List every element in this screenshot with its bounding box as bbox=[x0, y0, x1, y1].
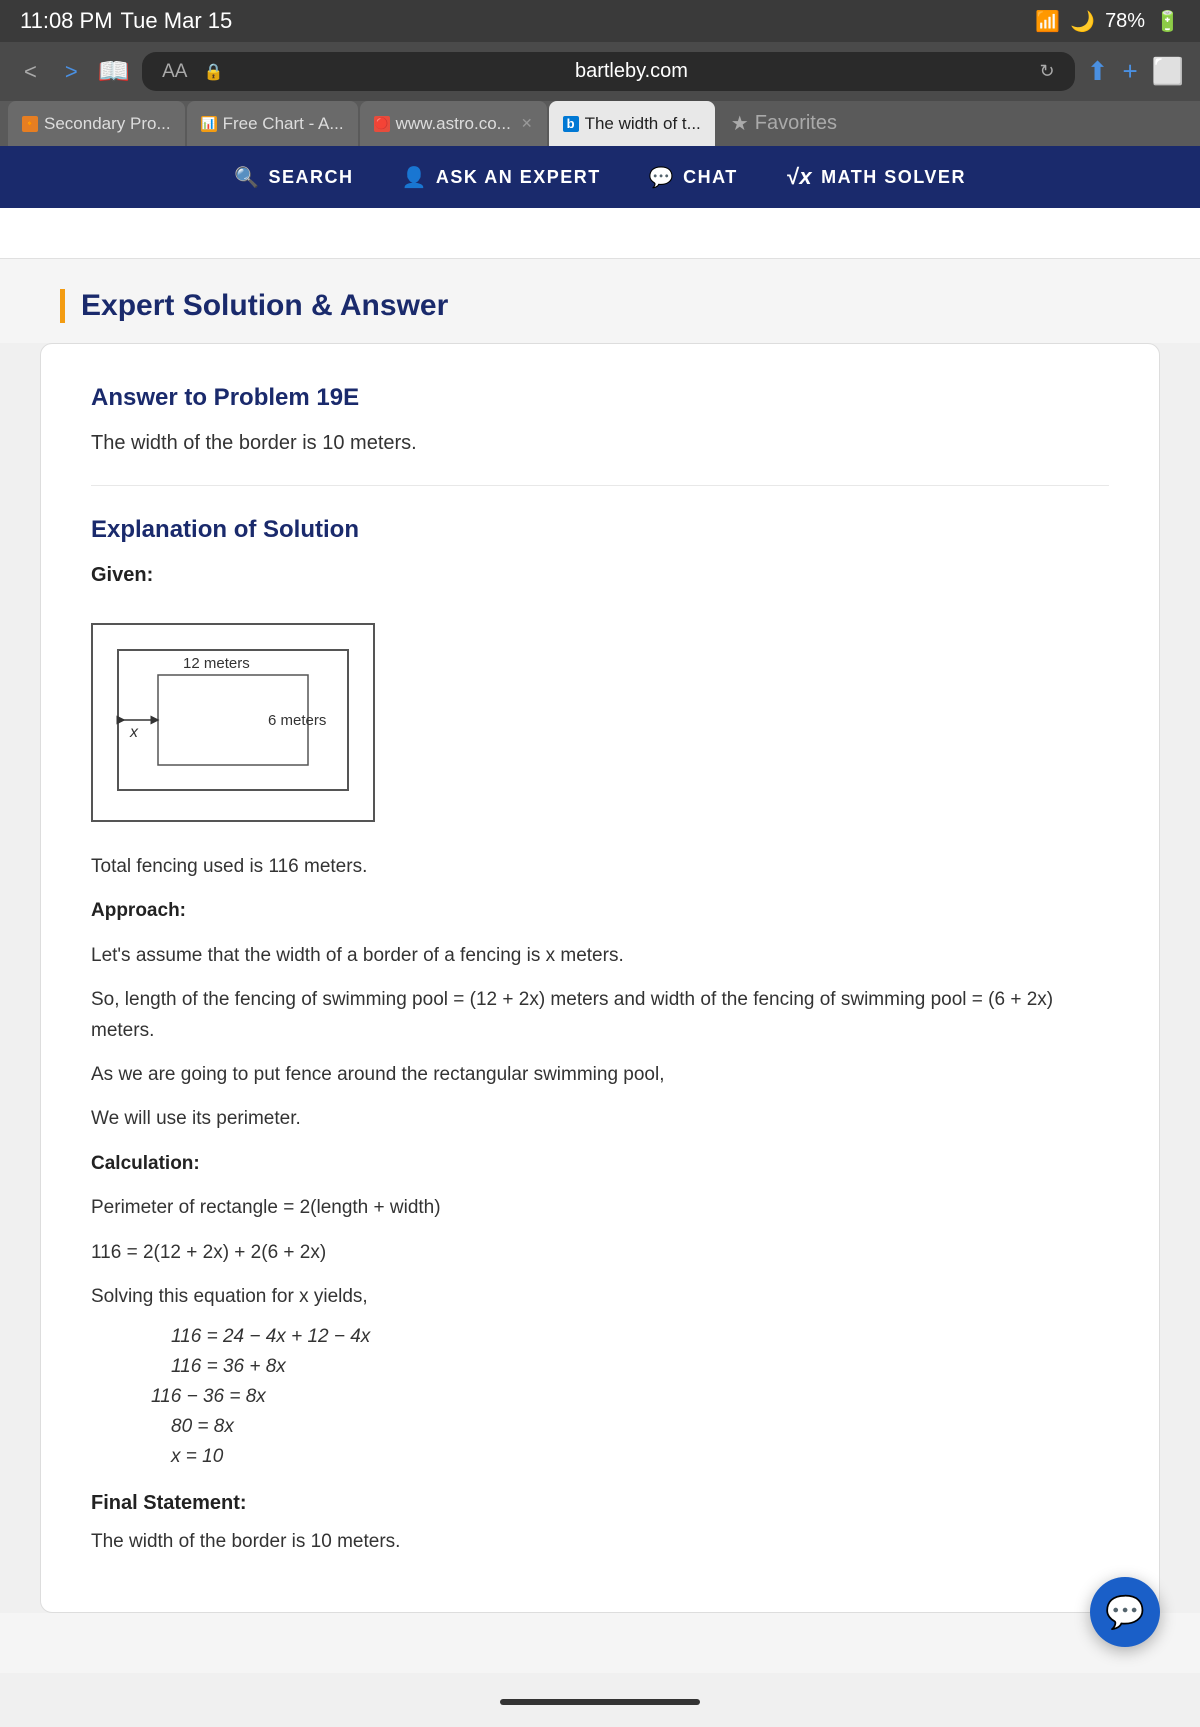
forward-button[interactable]: > bbox=[57, 55, 86, 89]
moon-icon: 🌙 bbox=[1070, 9, 1095, 34]
tab-bing[interactable]: b The width of t... bbox=[549, 101, 715, 146]
tab-favicon-secondary: 🔸 bbox=[22, 116, 38, 132]
svg-text:x: x bbox=[129, 724, 139, 741]
chat-float-button[interactable]: 💬 bbox=[1090, 1577, 1160, 1647]
nav-chat-label: CHAT bbox=[683, 167, 738, 188]
approach-text-1: Let's assume that the width of a border … bbox=[91, 941, 1109, 971]
tab-close-astro[interactable]: ✕ bbox=[521, 115, 533, 132]
url-aa: AA bbox=[162, 61, 187, 83]
approach-text-4: We will use its perimeter. bbox=[91, 1104, 1109, 1134]
expert-solution-header: Expert Solution & Answer bbox=[0, 259, 1200, 343]
add-tab-icon[interactable]: + bbox=[1122, 56, 1137, 87]
home-indicator bbox=[500, 1699, 700, 1705]
calc-line-1: Perimeter of rectangle = 2(length + widt… bbox=[91, 1193, 1109, 1223]
calc-line-2: 116 = 2(12 + 2x) + 2(6 + 2x) bbox=[91, 1238, 1109, 1268]
nav-search[interactable]: 🔍 SEARCH bbox=[234, 165, 353, 190]
wifi-icon: 📶 bbox=[1035, 9, 1060, 34]
explanation-title: Explanation of Solution bbox=[91, 516, 1109, 544]
approach-bold: Approach: bbox=[91, 900, 186, 921]
nav-ask-expert[interactable]: 👤 ASK AN EXPERT bbox=[401, 165, 600, 190]
svg-text:12 meters: 12 meters bbox=[183, 655, 250, 672]
share-icon[interactable]: ⬆ bbox=[1087, 56, 1109, 87]
svg-text:6 meters: 6 meters bbox=[268, 712, 326, 729]
approach-label: Approach: bbox=[91, 896, 1109, 926]
chat-float-icon: 💬 bbox=[1105, 1593, 1145, 1631]
tab-astro[interactable]: 🔴 www.astro.co... ✕ bbox=[360, 101, 547, 146]
calculation-label: Calculation: bbox=[91, 1149, 1109, 1179]
search-icon: 🔍 bbox=[234, 165, 260, 190]
approach-text-2: So, length of the fencing of swimming po… bbox=[91, 985, 1109, 1046]
tab-favicon-freechart: 📊 bbox=[201, 116, 217, 132]
calc-line-5: 116 = 36 + 8x bbox=[91, 1356, 1109, 1378]
battery-icon: 🔋 bbox=[1155, 9, 1180, 34]
given-label: Given: bbox=[91, 564, 1109, 587]
fencing-text: Total fencing used is 116 meters. bbox=[91, 852, 1109, 882]
person-icon: 👤 bbox=[401, 165, 427, 190]
refresh-icon[interactable]: ↻ bbox=[1040, 61, 1055, 82]
tabs-overview-icon[interactable]: ⬜ bbox=[1152, 56, 1184, 87]
lock-icon: 🔒 bbox=[203, 62, 223, 82]
calculation-bold: Calculation: bbox=[91, 1153, 200, 1174]
approach-text-3: As we are going to put fence around the … bbox=[91, 1060, 1109, 1090]
nav-math-solver[interactable]: √x MATH SOLVER bbox=[786, 164, 966, 190]
tab-label-bing: The width of t... bbox=[585, 114, 701, 134]
status-time: 11:08 PM bbox=[20, 8, 113, 34]
calc-line-6: 116 − 36 = 8x bbox=[91, 1386, 1109, 1408]
pool-diagram: x 12 meters 6 meters bbox=[113, 645, 353, 795]
expert-solution-title: Expert Solution & Answer bbox=[60, 289, 1140, 323]
status-bar: 11:08 PM Tue Mar 15 📶 🌙 78% 🔋 bbox=[0, 0, 1200, 42]
browser-actions: ⬆ + ⬜ bbox=[1087, 56, 1184, 87]
nav-search-label: SEARCH bbox=[268, 167, 353, 188]
tab-secondary-pro[interactable]: 🔸 Secondary Pro... bbox=[8, 101, 185, 146]
math-icon: √x bbox=[786, 164, 813, 190]
url-bar[interactable]: AA 🔒 bartleby.com ↻ bbox=[142, 52, 1075, 91]
favorites-label: Favorites bbox=[755, 112, 837, 135]
browser-chrome: < > 📖 AA 🔒 bartleby.com ↻ ⬆ + ⬜ bbox=[0, 42, 1200, 101]
status-date: Tue Mar 15 bbox=[121, 8, 233, 34]
nav-ask-expert-label: ASK AN EXPERT bbox=[436, 167, 601, 188]
final-text: The width of the border is 10 meters. bbox=[91, 1527, 1109, 1557]
home-indicator-area bbox=[0, 1673, 1200, 1725]
favorites-button[interactable]: ★ Favorites bbox=[717, 101, 851, 146]
tab-free-chart[interactable]: 📊 Free Chart - A... bbox=[187, 101, 358, 146]
final-label: Final Statement: bbox=[91, 1492, 1109, 1515]
tab-label-secondary: Secondary Pro... bbox=[44, 114, 171, 134]
nav-bar: 🔍 SEARCH 👤 ASK AN EXPERT 💬 CHAT √x MATH … bbox=[0, 146, 1200, 208]
answer-card: Answer to Problem 19E The width of the b… bbox=[40, 343, 1160, 1613]
tab-favicon-bing: b bbox=[563, 116, 579, 132]
diagram-svg: x 12 meters 6 meters bbox=[91, 623, 375, 822]
diagram-container: x 12 meters 6 meters bbox=[91, 623, 375, 822]
tabs-bar: 🔸 Secondary Pro... 📊 Free Chart - A... 🔴… bbox=[0, 101, 1200, 146]
status-time-area: 11:08 PM Tue Mar 15 bbox=[20, 8, 232, 34]
status-icons-area: 📶 🌙 78% 🔋 bbox=[1035, 9, 1180, 34]
answer-text: The width of the border is 10 meters. bbox=[91, 432, 1109, 455]
bottom-spacing bbox=[0, 1613, 1200, 1673]
calc-line-7: 80 = 8x bbox=[91, 1416, 1109, 1438]
tab-label-astro: www.astro.co... bbox=[396, 114, 511, 134]
chat-icon: 💬 bbox=[649, 165, 675, 190]
calc-line-3: Solving this equation for x yields, bbox=[91, 1282, 1109, 1312]
nav-chat[interactable]: 💬 CHAT bbox=[649, 165, 738, 190]
back-button[interactable]: < bbox=[16, 55, 45, 89]
star-icon: ★ bbox=[731, 111, 749, 136]
url-text: bartleby.com bbox=[233, 60, 1029, 83]
bookmarks-icon[interactable]: 📖 bbox=[98, 56, 130, 87]
problem-title: Answer to Problem 19E bbox=[91, 384, 1109, 412]
tab-favicon-astro: 🔴 bbox=[374, 116, 390, 132]
calc-line-4: 116 = 24 − 4x + 12 − 4x bbox=[91, 1326, 1109, 1348]
divider-1 bbox=[91, 485, 1109, 486]
nav-math-solver-label: MATH SOLVER bbox=[821, 167, 966, 188]
top-card bbox=[0, 208, 1200, 259]
battery-text: 78% bbox=[1105, 10, 1145, 33]
tab-label-freechart: Free Chart - A... bbox=[223, 114, 344, 134]
calc-line-8: x = 10 bbox=[91, 1446, 1109, 1468]
